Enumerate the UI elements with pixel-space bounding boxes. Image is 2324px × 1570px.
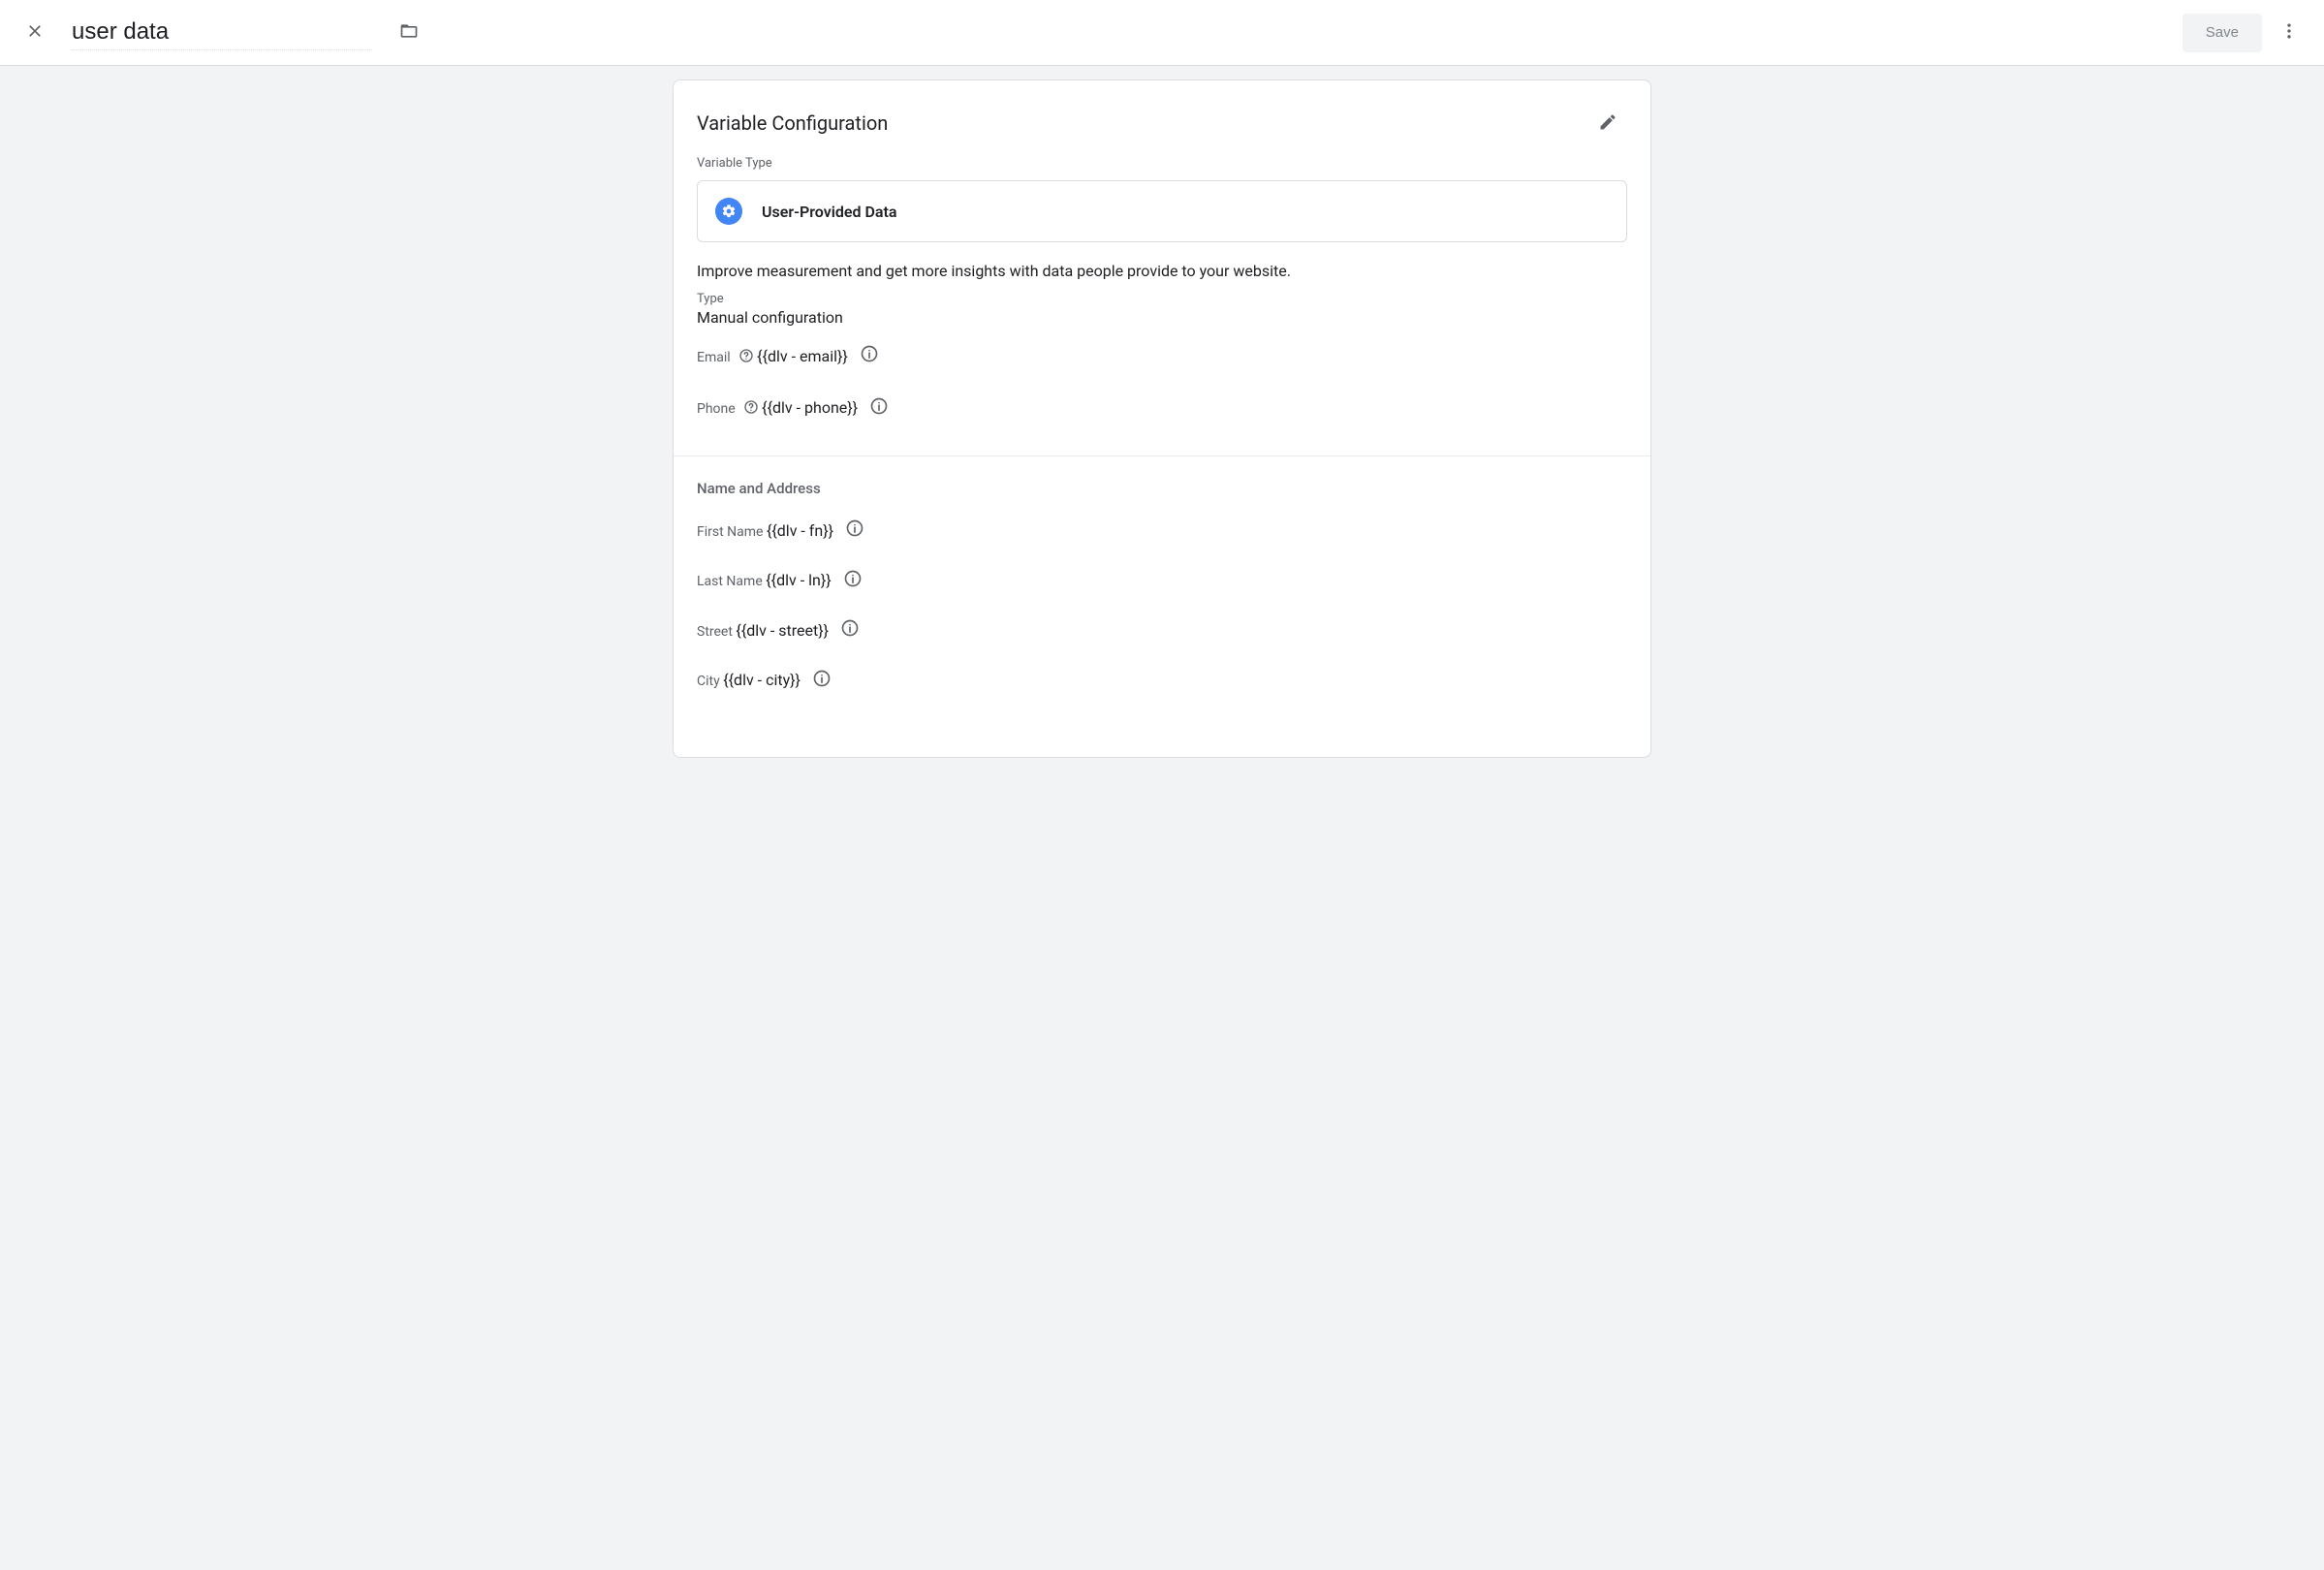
page: Variable Configuration Variable Type Use… xyxy=(0,66,2324,758)
field-email-label: Email xyxy=(697,350,731,365)
pencil-icon xyxy=(1598,112,1617,135)
help-icon[interactable] xyxy=(743,399,759,419)
field-street-value: {{dlv - street}} xyxy=(736,621,829,640)
field-phone-value: {{dlv - phone}} xyxy=(762,398,858,417)
field-phone-label: Phone xyxy=(697,401,736,417)
gear-chip-icon xyxy=(715,198,742,225)
close-icon xyxy=(25,21,45,44)
edit-button[interactable] xyxy=(1588,104,1627,142)
field-last-name-label: Last Name xyxy=(697,574,763,589)
variable-type-name: User-Provided Data xyxy=(762,203,896,221)
field-phone: Phone {{dlv - phone}} xyxy=(674,396,1650,449)
info-icon[interactable] xyxy=(845,518,864,542)
topbar-left xyxy=(16,14,2183,52)
info-icon[interactable] xyxy=(812,669,832,692)
field-city: City {{dlv - city}} xyxy=(674,669,1650,719)
name-address-heading: Name and Address xyxy=(674,480,1650,518)
topbar: Save xyxy=(0,0,2324,66)
field-street-label: Street xyxy=(697,624,733,640)
field-first-name: First Name {{dlv - fn}} xyxy=(674,518,1650,569)
save-button[interactable]: Save xyxy=(2183,14,2262,52)
field-city-label: City xyxy=(697,674,720,689)
field-last-name: Last Name {{dlv - ln}} xyxy=(674,569,1650,619)
config-type-label: Type xyxy=(674,292,1650,306)
field-email-value: {{dlv - email}} xyxy=(757,347,848,365)
section-divider xyxy=(674,455,1650,456)
folder-button[interactable] xyxy=(390,14,428,52)
more-menu-button[interactable] xyxy=(2270,14,2308,52)
close-button[interactable] xyxy=(16,14,54,52)
info-icon[interactable] xyxy=(843,569,863,592)
more-vert-icon xyxy=(2279,21,2299,44)
field-city-value: {{dlv - city}} xyxy=(723,671,801,689)
variable-config-card: Variable Configuration Variable Type Use… xyxy=(673,79,1651,758)
config-type-value: Manual configuration xyxy=(674,306,1650,344)
info-icon[interactable] xyxy=(840,618,860,642)
field-last-name-value: {{dlv - ln}} xyxy=(766,571,831,589)
help-icon[interactable] xyxy=(738,348,754,367)
field-first-name-value: {{dlv - fn}} xyxy=(767,521,833,540)
field-first-name-label: First Name xyxy=(697,524,763,540)
variable-type-selector[interactable]: User-Provided Data xyxy=(697,180,1627,242)
field-street: Street {{dlv - street}} xyxy=(674,618,1650,669)
variable-type-label: Variable Type xyxy=(674,156,1650,180)
info-icon[interactable] xyxy=(860,344,879,367)
card-title: Variable Configuration xyxy=(697,111,888,135)
variable-title-input[interactable] xyxy=(72,15,372,50)
info-icon[interactable] xyxy=(869,396,889,420)
field-email: Email {{dlv - email}} xyxy=(674,344,1650,396)
folder-icon xyxy=(399,21,419,44)
description-text: Improve measurement and get more insight… xyxy=(674,262,1650,292)
